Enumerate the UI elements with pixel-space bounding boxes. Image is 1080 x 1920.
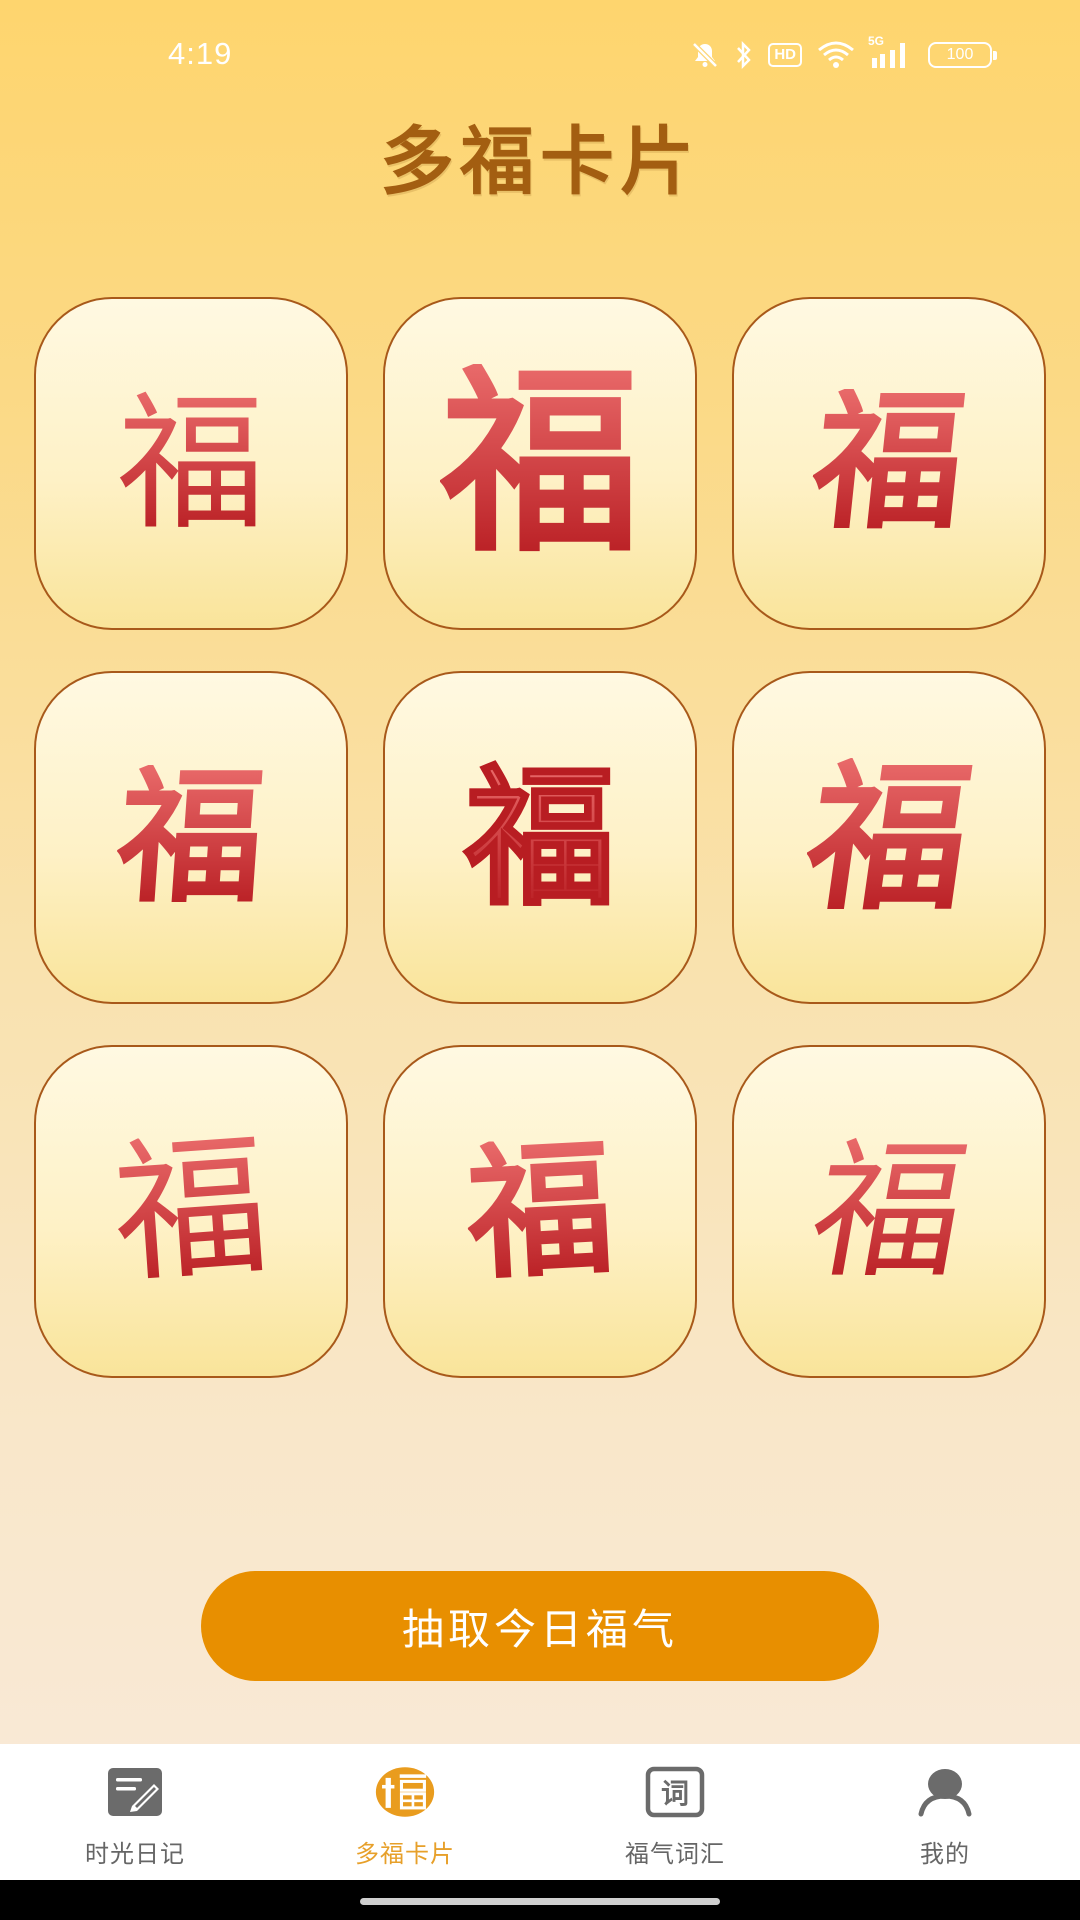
fu-card-1[interactable]: 福 <box>34 297 348 630</box>
nav-item-vocab[interactable]: 词 福气词汇 <box>540 1744 810 1880</box>
bottom-nav: 时光日记 多福卡片 词 福气词汇 我的 <box>0 1744 1080 1880</box>
fu-glyph: 福 <box>795 743 983 932</box>
fu-glyph: 福 <box>108 1121 274 1302</box>
fu-glyph: 福 <box>798 1124 980 1299</box>
fu-glyph: 福 <box>112 752 270 923</box>
vocab-icon: 词 <box>645 1762 705 1822</box>
status-bar: 4:19 HD 5G 100 <box>0 0 1080 110</box>
fu-glyph: 福 <box>439 346 640 580</box>
fu-card-6[interactable]: 福 <box>732 671 1046 1004</box>
nav-item-profile[interactable]: 我的 <box>810 1744 1080 1880</box>
profile-icon <box>915 1762 975 1822</box>
fu-glyph: 福 <box>805 380 973 547</box>
fu-glyph: 福 <box>463 749 616 926</box>
draw-fortune-button[interactable]: 抽取今日福气 <box>201 1571 879 1681</box>
wifi-icon <box>816 40 856 70</box>
nav-label-fu-cards: 多福卡片 <box>355 1840 455 1868</box>
fu-card-8[interactable]: 福 <box>383 1045 697 1378</box>
nav-label-diary: 时光日记 <box>85 1840 185 1868</box>
system-nav-bar <box>0 1880 1080 1920</box>
diary-icon <box>105 1762 165 1822</box>
hd-icon: HD <box>768 43 802 67</box>
fu-card-9[interactable]: 福 <box>732 1045 1046 1378</box>
fu-card-3[interactable]: 福 <box>732 297 1046 630</box>
fu-card-grid: 福 福 福 福 福 福 福 福 福 <box>34 297 1047 1378</box>
nav-label-vocab: 福气词汇 <box>625 1840 725 1868</box>
fu-card-2[interactable]: 福 <box>383 297 697 630</box>
signal-icon: 5G <box>868 34 914 70</box>
nav-item-fu-cards[interactable]: 多福卡片 <box>270 1744 540 1880</box>
bluetooth-icon <box>734 40 754 70</box>
mute-icon <box>690 40 720 70</box>
nav-item-diary[interactable]: 时光日记 <box>0 1744 270 1880</box>
status-time: 4:19 <box>168 36 233 71</box>
battery-icon: 100 <box>928 42 997 68</box>
fu-card-7[interactable]: 福 <box>34 1045 348 1378</box>
network-type-label: 5G <box>868 34 885 48</box>
page-title: 多福卡片 <box>380 119 700 205</box>
svg-text:词: 词 <box>661 1777 689 1810</box>
fu-card-4[interactable]: 福 <box>34 671 348 1004</box>
fu-icon <box>375 1762 435 1822</box>
fu-glyph: 福 <box>462 1122 618 1301</box>
fu-card-5[interactable]: 福 <box>383 671 697 1004</box>
status-icons: HD 5G 100 <box>690 34 997 72</box>
home-indicator[interactable] <box>360 1898 720 1905</box>
nav-label-profile: 我的 <box>920 1840 970 1868</box>
fu-glyph: 福 <box>117 377 265 550</box>
